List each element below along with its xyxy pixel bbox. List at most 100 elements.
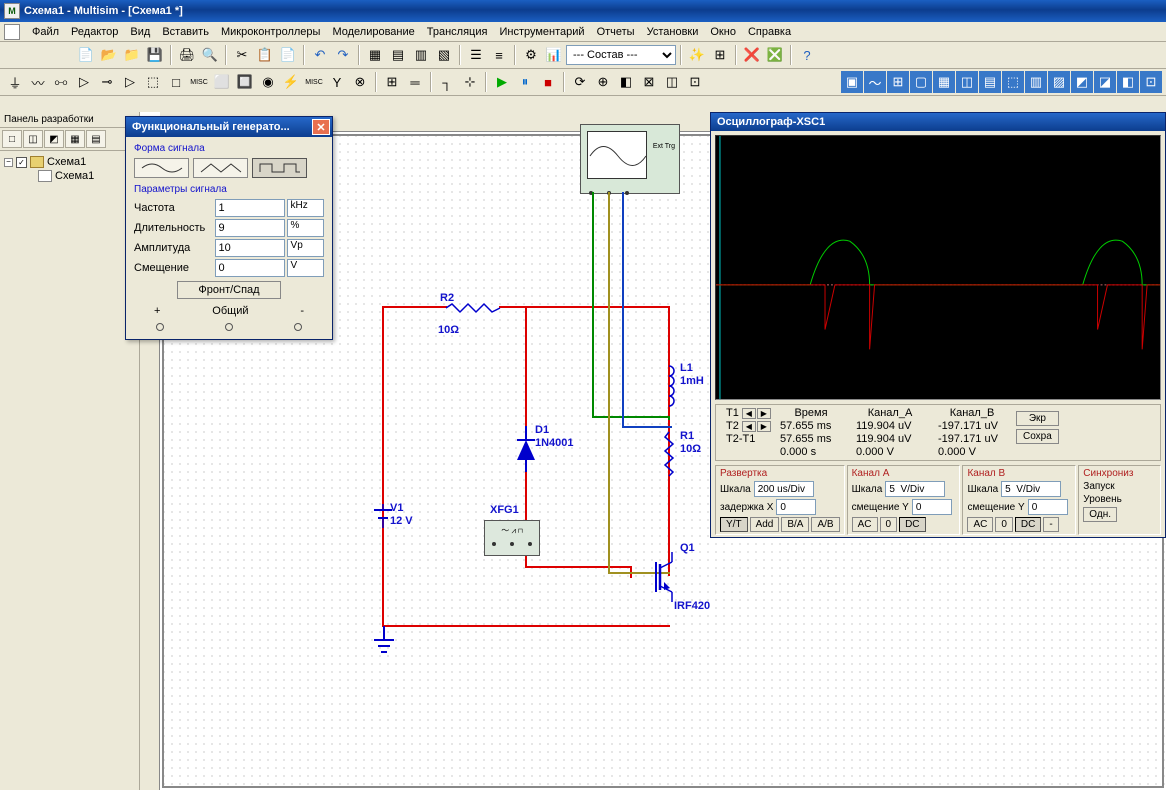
instr-iv[interactable]: ◩ [1071, 71, 1093, 93]
terminal-plus-icon[interactable] [156, 323, 164, 331]
run-button[interactable]: ▶ [491, 71, 513, 93]
net-button[interactable]: ⊞ [709, 44, 731, 66]
comp-misc[interactable]: MISC [188, 71, 210, 93]
instr-logicconv[interactable]: ▨ [1048, 71, 1070, 93]
comp-ladder[interactable]: ⊞ [381, 71, 403, 93]
wand-button[interactable]: ✨ [686, 44, 708, 66]
single-button[interactable]: Одн. [1083, 507, 1117, 522]
print-button[interactable]: 🖨 [176, 44, 198, 66]
comp-ground[interactable]: ⏚ [4, 71, 26, 93]
ba-button[interactable]: B/A [781, 517, 809, 532]
instr-spectrum[interactable]: ◧ [1117, 71, 1139, 93]
amp-input[interactable] [215, 239, 285, 257]
t2-left[interactable]: ◀ [742, 421, 756, 432]
cut-button[interactable]: ✂ [231, 44, 253, 66]
cha-scale-input[interactable] [885, 481, 945, 497]
grid2-button[interactable]: ▤ [387, 44, 409, 66]
dp-btn2[interactable]: ◫ [23, 130, 43, 148]
x2-button[interactable]: ❎ [764, 44, 786, 66]
reverse-button[interactable]: Экр [1016, 411, 1059, 426]
grid1-button[interactable]: ▦ [364, 44, 386, 66]
instr-wattmeter[interactable]: ⊞ [887, 71, 909, 93]
t1-left[interactable]: ◀ [742, 408, 756, 419]
new-button[interactable]: 📄 [75, 44, 97, 66]
sim5-button[interactable]: ◫ [661, 71, 683, 93]
redo-button[interactable]: ↷ [332, 44, 354, 66]
cha-ypos-input[interactable] [912, 499, 952, 515]
stop-button[interactable]: ■ [537, 71, 559, 93]
chb-minus-button[interactable]: - [1043, 517, 1058, 532]
grid3-button[interactable]: ▥ [410, 44, 432, 66]
instr-multimeter[interactable]: ▣ [841, 71, 863, 93]
help-button[interactable]: ? [796, 44, 818, 66]
sine-wave-button[interactable] [134, 158, 189, 178]
freq-input[interactable] [215, 199, 285, 217]
cha-ac-button[interactable]: AC [852, 517, 878, 532]
close-button[interactable]: ✕ [312, 119, 330, 135]
sim3-button[interactable]: ◧ [615, 71, 637, 93]
instr-funcgen[interactable]: 〜 [864, 71, 886, 93]
menu-edit[interactable]: Редактор [65, 24, 124, 40]
open-button[interactable]: 📂 [98, 44, 120, 66]
chb-dc-button[interactable]: DC [1015, 517, 1041, 532]
terminal-minus-icon[interactable] [294, 323, 302, 331]
comp-resistor[interactable]: ⧟ [50, 71, 72, 93]
comp-misc2[interactable]: MISC [303, 71, 325, 93]
menu-view[interactable]: Вид [124, 24, 156, 40]
func-gen-titlebar[interactable]: Функциональный генерато... ✕ [126, 117, 332, 137]
copy-button[interactable]: 📋 [254, 44, 276, 66]
comp-transistor[interactable]: ⊸ [96, 71, 118, 93]
tree-root[interactable]: − ✓ Схема1 [4, 155, 135, 169]
instr-bode[interactable]: ◫ [956, 71, 978, 93]
amp-unit[interactable]: Vp [287, 239, 324, 257]
yt-button[interactable]: Y/T [720, 517, 748, 532]
xfg1-instrument[interactable]: 〜 ⩘ ⊓ [484, 520, 540, 556]
sim1-button[interactable]: ⟳ [569, 71, 591, 93]
xsc1-instrument[interactable]: Ext Trg [580, 124, 680, 194]
comp-bus[interactable]: ═ [404, 71, 426, 93]
comp-electro[interactable]: ⊗ [349, 71, 371, 93]
comp-diode[interactable]: ▷ [73, 71, 95, 93]
add-button[interactable]: Add [750, 517, 780, 532]
osc-screen[interactable] [715, 135, 1161, 400]
menu-help[interactable]: Справка [742, 24, 797, 40]
osc-titlebar[interactable]: Осциллограф-XSC1 [711, 113, 1165, 131]
chb-0-button[interactable]: 0 [995, 517, 1013, 532]
menu-insert[interactable]: Вставить [156, 24, 215, 40]
dp-btn1[interactable]: □ [2, 130, 22, 148]
dp-btn3[interactable]: ◩ [44, 130, 64, 148]
chb-scale-input[interactable] [1001, 481, 1061, 497]
offset-input[interactable] [215, 259, 285, 277]
x1-button[interactable]: ❌ [741, 44, 763, 66]
dp-btn5[interactable]: ▤ [86, 130, 106, 148]
duty-unit[interactable]: % [287, 219, 324, 237]
instr-logic[interactable]: ▥ [1025, 71, 1047, 93]
sim6-button[interactable]: ⊡ [684, 71, 706, 93]
freq-unit[interactable]: kHz [287, 199, 324, 217]
tree-toggle-icon[interactable]: − [4, 158, 13, 167]
comp-digital[interactable]: ⬜ [211, 71, 233, 93]
save-scope-button[interactable]: Сохра [1016, 429, 1059, 444]
sim2-button[interactable]: ⊕ [592, 71, 614, 93]
chb-ac-button[interactable]: AC [967, 517, 993, 532]
cha-0-button[interactable]: 0 [880, 517, 898, 532]
tb-xpos-input[interactable] [776, 499, 816, 515]
instr-network[interactable]: ⊡ [1140, 71, 1162, 93]
analysis-button[interactable]: 📊 [543, 44, 565, 66]
ab-button[interactable]: A/B [811, 517, 839, 532]
instr-freq[interactable]: ▤ [979, 71, 1001, 93]
instr-scope[interactable]: ▢ [910, 71, 932, 93]
menu-sim[interactable]: Моделирование [326, 24, 420, 40]
terminal-common-icon[interactable] [225, 323, 233, 331]
instr-dist[interactable]: ◪ [1094, 71, 1116, 93]
menu-reports[interactable]: Отчеты [591, 24, 641, 40]
oscilloscope-window[interactable]: Осциллограф-XSC1 T1◀▶ T2◀▶ T2-T1 Время 5… [710, 112, 1166, 538]
duty-input[interactable] [215, 219, 285, 237]
square-wave-button[interactable] [252, 158, 307, 178]
comp-source[interactable]: 〰 [27, 71, 49, 93]
offset-unit[interactable]: V [287, 259, 324, 277]
t2-right[interactable]: ▶ [757, 421, 771, 432]
comp-opamp[interactable]: ▷ [119, 71, 141, 93]
instr-4scope[interactable]: ▦ [933, 71, 955, 93]
menu-file[interactable]: Файл [26, 24, 65, 40]
